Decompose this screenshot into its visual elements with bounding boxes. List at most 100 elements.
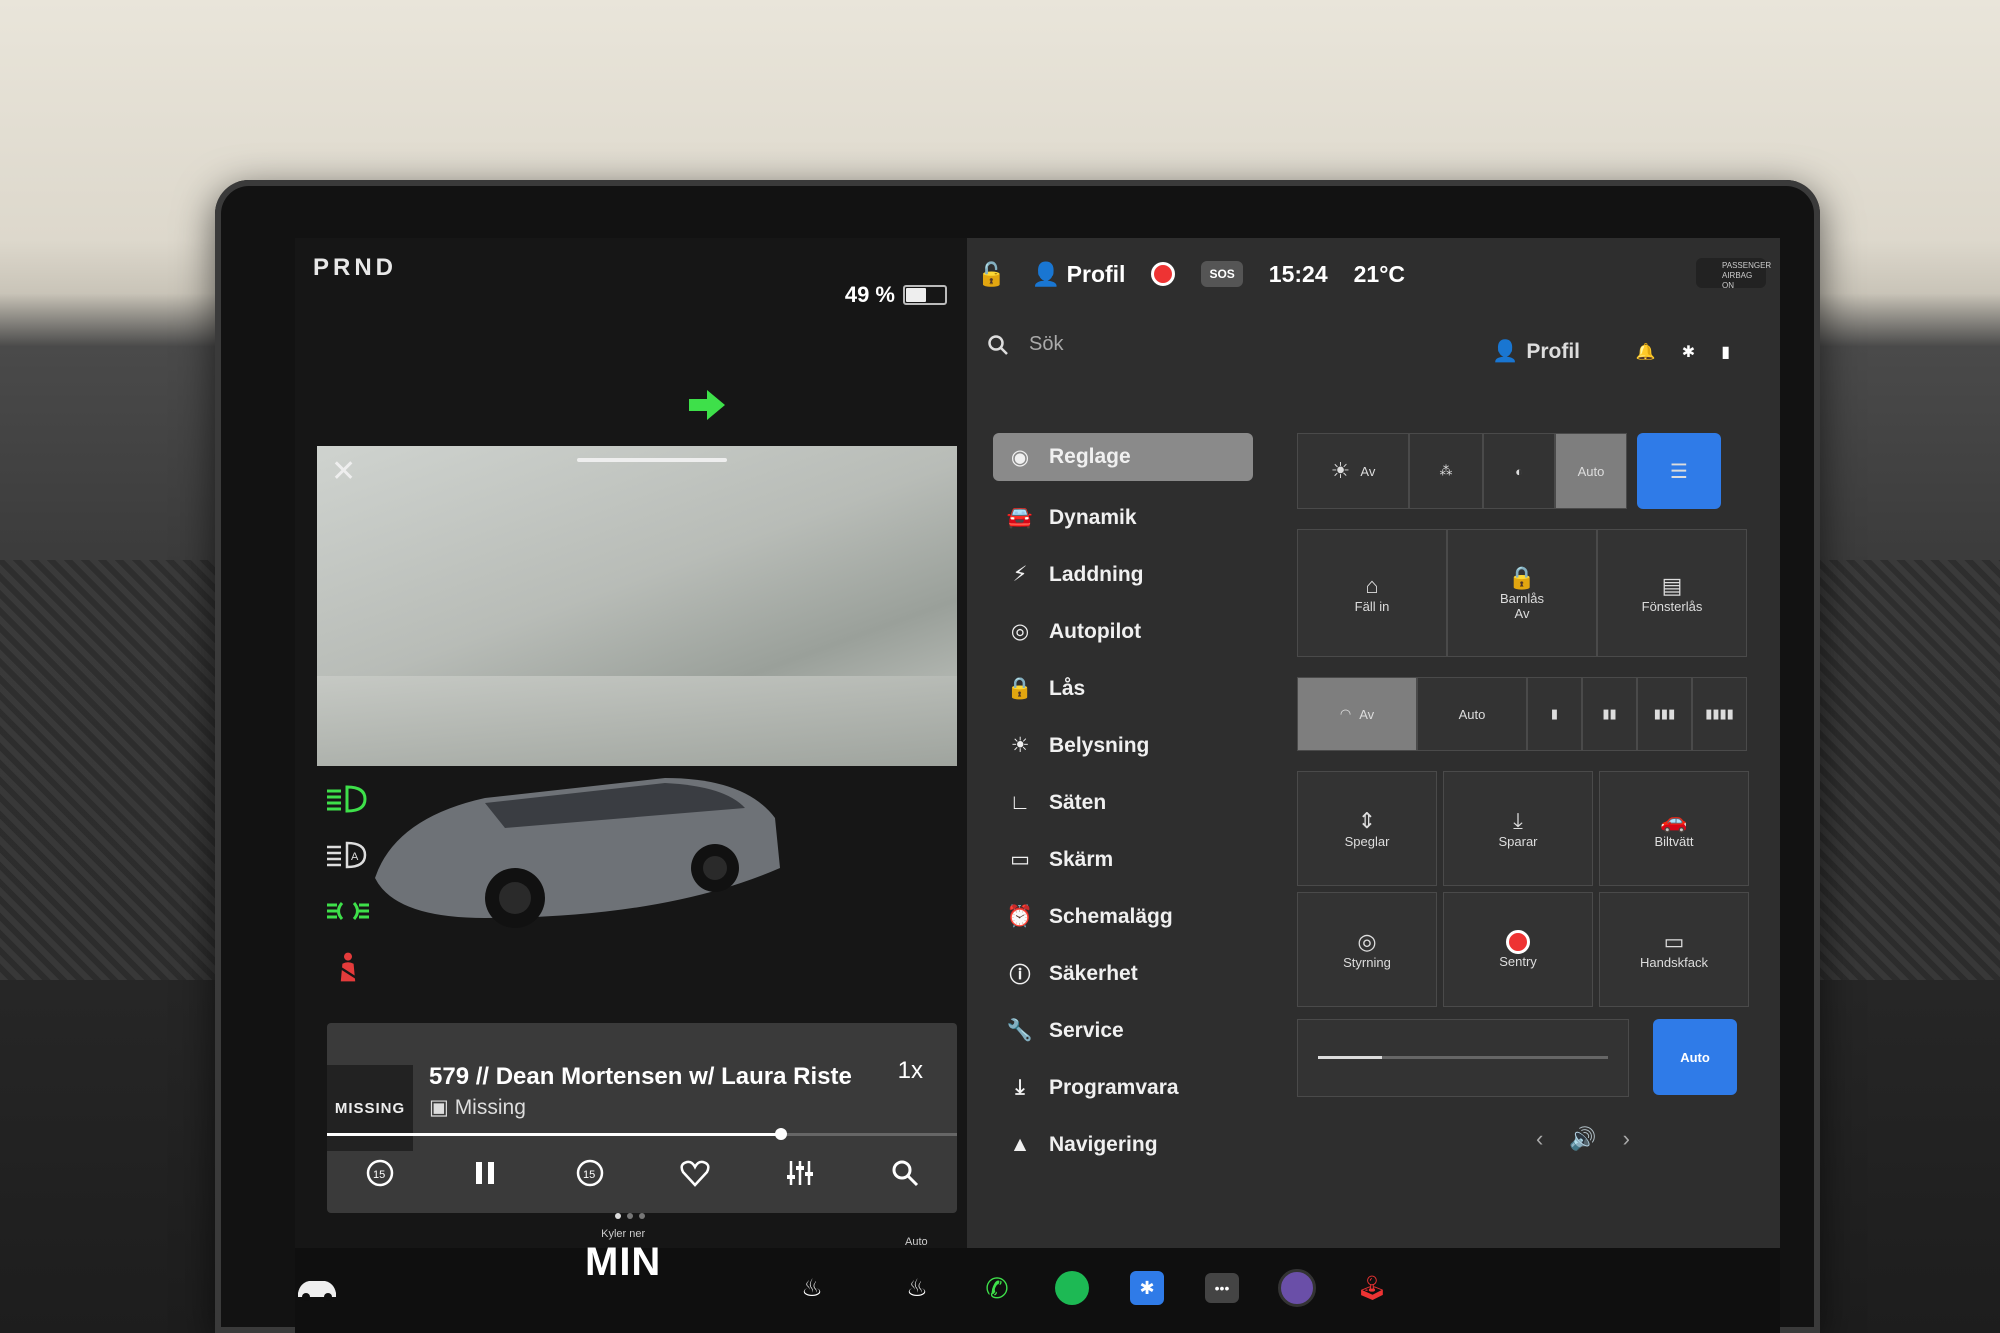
toggle-icon: ◉ <box>1010 445 1030 469</box>
driving-pane: PRND 49 % ✕ A MISSING 579 // Dean Morten… <box>295 238 967 1248</box>
menu-item-skärm[interactable]: ▭ Skärm <box>993 831 1253 888</box>
wiper-speed-4-button[interactable]: ▮▮▮▮ <box>1692 677 1747 751</box>
menu-item-säkerhet[interactable]: ⓘ Säkerhet <box>993 945 1253 1002</box>
wiper-speed-2-button[interactable]: ▮▮ <box>1582 677 1637 751</box>
media-player[interactable]: MISSING 579 // Dean Mortensen w/ Laura R… <box>327 1023 957 1213</box>
person-icon: 👤 <box>1492 340 1519 363</box>
dashcam-record-icon[interactable] <box>1151 262 1176 286</box>
child-lock-label: Barnlås <box>1499 591 1545 606</box>
chevron-left-icon[interactable]: ‹ <box>1536 1126 1543 1152</box>
equalizer-icon[interactable] <box>780 1153 820 1193</box>
parking-lights-button[interactable]: ⁂ <box>1409 433 1483 509</box>
alarm-icon: ⏰ <box>1006 904 1034 928</box>
wiper-speed-2-icon: ▮▮ <box>1602 706 1617 721</box>
lights-auto-button[interactable]: Auto <box>1555 433 1627 509</box>
menu-item-säten[interactable]: ∟ Säten <box>993 774 1253 831</box>
bluetooth-icon[interactable]: ✱ <box>1682 342 1695 362</box>
search-icon <box>988 334 1008 355</box>
rewind-15-icon[interactable]: 15 <box>360 1153 400 1193</box>
volume-control: ‹ 🔊 › <box>1536 1126 1630 1152</box>
glovebox-tile[interactable]: ▭ Handskfack <box>1599 892 1749 1007</box>
fold-mirrors-button[interactable]: ⌂ Fäll in <box>1297 529 1447 657</box>
wiper-speed-3-button[interactable]: ▮▮▮ <box>1637 677 1692 751</box>
controls-pane: 🔓 👤 Profil SOS 15:24 21°C PASSENGER AIRB… <box>967 238 1780 1248</box>
menu-item-belysning[interactable]: ☀ Belysning <box>993 717 1253 774</box>
brightness-track <box>1318 1056 1608 1059</box>
bluetooth-app-icon[interactable]: ✱ <box>1125 1266 1169 1310</box>
sos-button[interactable]: SOS <box>1201 261 1243 287</box>
phone-icon[interactable]: ✆ <box>975 1266 1019 1310</box>
joystick-icon[interactable]: 🕹 <box>1350 1266 1394 1310</box>
svg-text:15: 15 <box>373 1169 385 1181</box>
sentry-tile[interactable]: Sentry <box>1443 892 1593 1007</box>
camera-app-icon[interactable] <box>1275 1266 1319 1310</box>
light-controls: ☀ Av ⁂ ◐ Auto ☰ <box>1297 433 1747 509</box>
steering-tile[interactable]: ◎ Styrning <box>1297 892 1437 1007</box>
bell-icon[interactable]: 🔔 <box>1636 342 1656 362</box>
controls-grid: ☀ Av ⁂ ◐ Auto ☰ ⌂ Fäll in 🔒 Barnlås Av ▤ Föns… <box>1297 433 1749 1097</box>
auto-high-beam-button[interactable]: ☰ <box>1637 433 1721 509</box>
profile-menu-button[interactable]: 👤 Profil <box>1492 340 1580 364</box>
seat-heater-icon[interactable]: ♨ <box>790 1266 834 1310</box>
brightness-auto-button[interactable]: Auto <box>1653 1019 1737 1095</box>
speaker-icon[interactable]: 🔊 <box>1569 1126 1596 1152</box>
clock: 15:24 <box>1268 260 1328 287</box>
menu-item-programvara[interactable]: ⤓ Programvara <box>993 1059 1253 1116</box>
wiper-off-button[interactable]: ◠ Av <box>1297 677 1417 751</box>
progress-bar[interactable] <box>327 1128 957 1140</box>
menu-item-label: Lås <box>1049 676 1086 700</box>
mirrors-tile[interactable]: ⇕ Speglar <box>1297 771 1437 886</box>
steering-heat-icon[interactable]: ♨ <box>895 1266 939 1310</box>
wiper-auto-button[interactable]: Auto <box>1417 677 1527 751</box>
profile-button[interactable]: 👤 Profil <box>1032 261 1126 288</box>
search-bar[interactable] <box>987 332 1331 357</box>
menu-item-laddning[interactable]: ⚡ Laddning <box>993 546 1253 603</box>
track-subtitle-text: Missing <box>454 1096 526 1119</box>
spotify-icon[interactable] <box>1050 1266 1094 1310</box>
forward-15-icon[interactable]: 15 <box>570 1153 610 1193</box>
search-icon[interactable] <box>885 1153 925 1193</box>
save-tile[interactable]: ⤓ Sparar <box>1443 771 1593 886</box>
menu-item-service[interactable]: 🔧 Service <box>993 1002 1253 1059</box>
menu-item-label: Belysning <box>1049 733 1150 757</box>
camera-view[interactable]: ✕ <box>317 446 957 766</box>
menu-item-schemalägg[interactable]: ⏰ Schemalägg <box>993 888 1253 945</box>
close-icon[interactable]: ✕ <box>331 454 356 489</box>
wiper-speed-1-button[interactable]: ▮ <box>1527 677 1582 751</box>
menu-item-reglage[interactable]: ◉ Reglage <box>993 433 1253 481</box>
lights-off-button[interactable]: ☀ Av <box>1297 433 1409 509</box>
carwash-tile[interactable]: 🚗 Biltvätt <box>1599 771 1749 886</box>
more-apps-icon[interactable]: ••• <box>1200 1266 1244 1310</box>
child-lock-button[interactable]: 🔒 Barnlås Av <box>1447 529 1597 657</box>
chevron-right-icon[interactable]: › <box>1623 1126 1630 1152</box>
heart-icon[interactable] <box>675 1153 715 1193</box>
wiper-off-label: Av <box>1359 706 1375 722</box>
child-lock-icon: 🔒 <box>1508 565 1536 590</box>
mirrors-label: Speglar <box>1344 834 1390 849</box>
mirror-adjust-icon: ⇕ <box>1357 808 1377 833</box>
wiper-auto-label: Auto <box>1458 706 1486 722</box>
lock-open-icon[interactable]: 🔓 <box>977 261 1006 288</box>
seat-heat-auto-label: Auto <box>905 1236 928 1248</box>
car-render <box>375 778 780 928</box>
glovebox-label: Handskfack <box>1640 955 1708 970</box>
pause-icon[interactable] <box>465 1153 505 1193</box>
brightness-slider[interactable] <box>1297 1019 1629 1097</box>
car-icon[interactable] <box>295 1266 339 1310</box>
menu-item-autopilot[interactable]: ◎ Autopilot <box>993 603 1253 660</box>
wiper-controls: ◠ Av Auto ▮ ▮▮ ▮▮▮ ▮▮▮▮ <box>1297 677 1747 751</box>
playback-speed[interactable]: 1x <box>898 1057 923 1085</box>
sun-icon: ☀ <box>1330 458 1351 483</box>
child-lock-state: Av <box>1514 606 1530 621</box>
brightness-row: Auto <box>1297 1019 1747 1097</box>
wiper-icon: ◠ <box>1339 706 1352 721</box>
search-input[interactable] <box>1027 332 1331 357</box>
steering-icon: ◎ <box>1010 620 1030 643</box>
menu-item-navigering[interactable]: ▲ Navigering <box>993 1116 1253 1173</box>
window-lock-button[interactable]: ▤ Fönsterlås <box>1597 529 1747 657</box>
download-icon: ⤓ <box>1015 1075 1025 1099</box>
menu-item-lås[interactable]: 🔒 Lås <box>993 660 1253 717</box>
climate-control[interactable]: Kyler ner MIN <box>585 1228 661 1285</box>
menu-item-dynamik[interactable]: 🚘 Dynamik <box>993 489 1253 546</box>
low-beam-button[interactable]: ◐ <box>1483 433 1555 509</box>
